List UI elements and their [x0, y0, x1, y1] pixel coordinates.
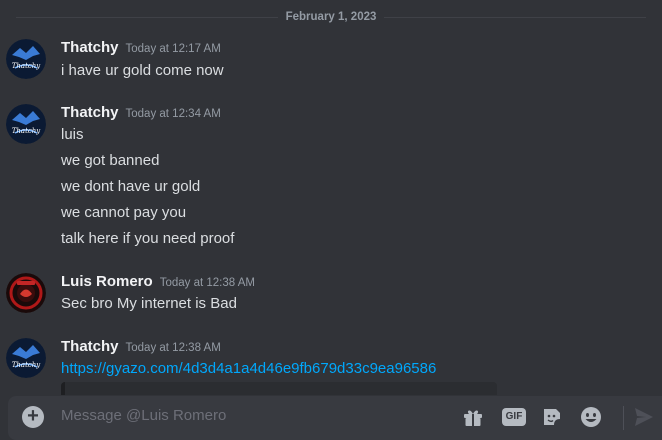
link-embed[interactable]: [61, 382, 497, 395]
date-divider-label: February 1, 2023: [285, 11, 377, 23]
message-header: Luis Romero Today at 12:38 AM: [61, 273, 255, 290]
avatar-thatchy[interactable]: Thatchy: [6, 39, 46, 79]
svg-text:Thatchy: Thatchy: [12, 62, 42, 70]
svg-text:Thatchy: Thatchy: [12, 361, 42, 369]
username[interactable]: Luis Romero: [61, 273, 153, 290]
timestamp[interactable]: Today at 12:34 AM: [126, 108, 221, 120]
sticker-icon[interactable]: [540, 405, 564, 429]
username[interactable]: Thatchy: [61, 39, 119, 56]
avatar-thatchy[interactable]: Thatchy: [6, 338, 46, 378]
message-composer: + GIF: [8, 396, 662, 440]
message-list: February 1, 2023 Thatchy Thatchy Today a…: [0, 0, 662, 395]
message-text: we dont have ur gold: [61, 178, 201, 195]
timestamp[interactable]: Today at 12:38 AM: [160, 277, 255, 289]
message-link[interactable]: https://gyazo.com/4d3d4a1a4d46e9fb679d33…: [61, 360, 436, 377]
message-header: Thatchy Today at 12:17 AM: [61, 39, 221, 56]
date-divider: February 1, 2023: [16, 8, 646, 26]
timestamp[interactable]: Today at 12:38 AM: [126, 342, 221, 354]
gif-icon: GIF: [502, 408, 526, 426]
avatar-luis-romero[interactable]: [6, 273, 46, 313]
message-header: Thatchy Today at 12:34 AM: [61, 104, 221, 121]
message-text: i have ur gold come now: [61, 62, 224, 79]
add-attachment-icon[interactable]: +: [22, 406, 44, 428]
emoji-icon[interactable]: [579, 405, 603, 429]
gift-icon[interactable]: [461, 405, 485, 429]
send-icon[interactable]: [632, 405, 656, 429]
divider-line: [384, 16, 646, 18]
gif-button[interactable]: GIF: [502, 405, 526, 429]
avatar-thatchy[interactable]: Thatchy: [6, 104, 46, 144]
message-header: Thatchy Today at 12:38 AM: [61, 338, 221, 355]
message-input[interactable]: [61, 396, 441, 436]
divider-line: [16, 16, 278, 18]
message-text: we cannot pay you: [61, 204, 187, 221]
message-text: we got banned: [61, 152, 160, 169]
composer-divider: [623, 406, 624, 430]
message-text: talk here if you need proof: [61, 230, 235, 247]
message-text: luis: [61, 126, 84, 143]
message-text: Sec bro My internet is Bad: [61, 295, 237, 312]
username[interactable]: Thatchy: [61, 338, 119, 355]
username[interactable]: Thatchy: [61, 104, 119, 121]
timestamp[interactable]: Today at 12:17 AM: [126, 43, 221, 55]
svg-text:Thatchy: Thatchy: [12, 127, 42, 135]
